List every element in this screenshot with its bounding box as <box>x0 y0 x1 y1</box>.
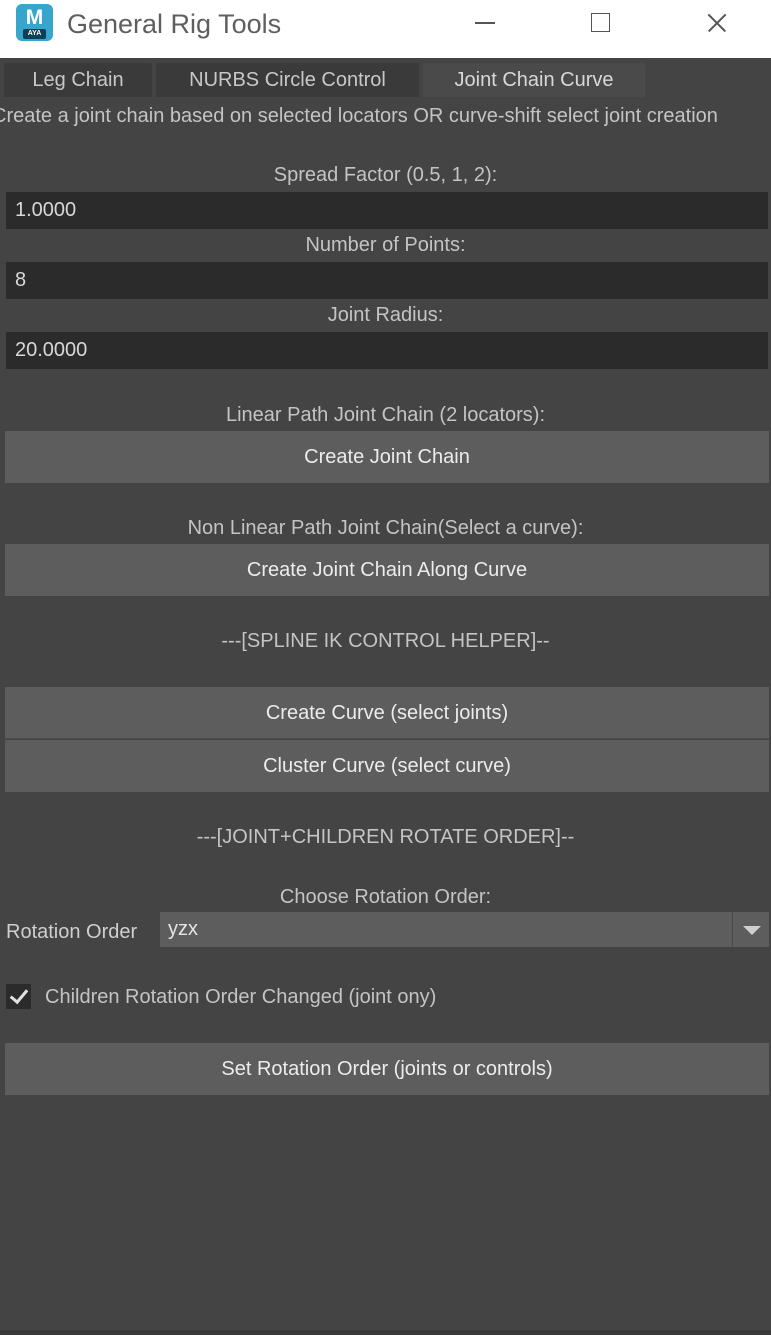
spline-ik-header: ---[SPLINE IK CONTROL HELPER]-- <box>221 630 550 652</box>
rotation-order-dropdown[interactable]: yzx <box>160 912 769 947</box>
nonlinear-path-label: Non Linear Path Joint Chain(Select a cur… <box>187 517 584 539</box>
maximize-icon[interactable] <box>571 0 631 46</box>
app-icon-letter: M <box>25 6 44 29</box>
window-title: General Rig Tools <box>67 9 282 39</box>
title-bar: M AYA General Rig Tools <box>0 0 771 58</box>
num-points-field[interactable]: 8 <box>6 262 768 299</box>
joint-radius-label: Joint Radius: <box>327 304 444 326</box>
rotation-order-value: yzx <box>168 918 198 940</box>
maya-app-icon: M AYA <box>16 4 53 41</box>
app-icon-sub: AYA <box>23 29 46 39</box>
tab-nurbs-circle-control[interactable]: NURBS Circle Control <box>156 63 419 97</box>
num-points-label: Number of Points: <box>305 234 466 256</box>
close-icon[interactable] <box>686 0 746 46</box>
tab-content: Create a joint chain based on selected l… <box>0 97 771 1335</box>
set-rotation-order-button[interactable]: Set Rotation Order (joints or controls) <box>5 1043 769 1095</box>
tab-leg-chain[interactable]: Leg Chain <box>4 63 152 97</box>
children-rotation-label: Children Rotation Order Changed (joint o… <box>45 986 437 1008</box>
cluster-curve-button[interactable]: Cluster Curve (select curve) <box>5 740 769 792</box>
minimize-icon[interactable] <box>456 0 516 46</box>
rotation-order-label: Rotation Order <box>6 921 138 943</box>
description-text: Create a joint chain based on selected l… <box>0 105 718 127</box>
rotate-order-header: ---[JOINT+CHILDREN ROTATE ORDER]-- <box>196 826 575 848</box>
linear-path-label: Linear Path Joint Chain (2 locators): <box>225 404 546 426</box>
chevron-down-icon[interactable] <box>732 912 769 947</box>
children-rotation-checkbox[interactable] <box>6 984 31 1009</box>
window-bottom-edge <box>0 1330 771 1335</box>
tab-joint-chain-curve[interactable]: Joint Chain Curve <box>423 63 645 97</box>
main-window: M AYA General Rig Tools Leg Chain NURBS … <box>0 0 771 1335</box>
create-curve-button[interactable]: Create Curve (select joints) <box>5 687 769 739</box>
spread-factor-field[interactable]: 1.0000 <box>6 192 768 229</box>
spread-factor-label: Spread Factor (0.5, 1, 2): <box>273 164 498 186</box>
joint-radius-field[interactable]: 20.0000 <box>6 332 768 369</box>
create-joint-chain-button[interactable]: Create Joint Chain <box>5 431 769 483</box>
choose-rotation-order-label: Choose Rotation Order: <box>279 886 492 908</box>
create-joint-chain-along-curve-button[interactable]: Create Joint Chain Along Curve <box>5 544 769 596</box>
